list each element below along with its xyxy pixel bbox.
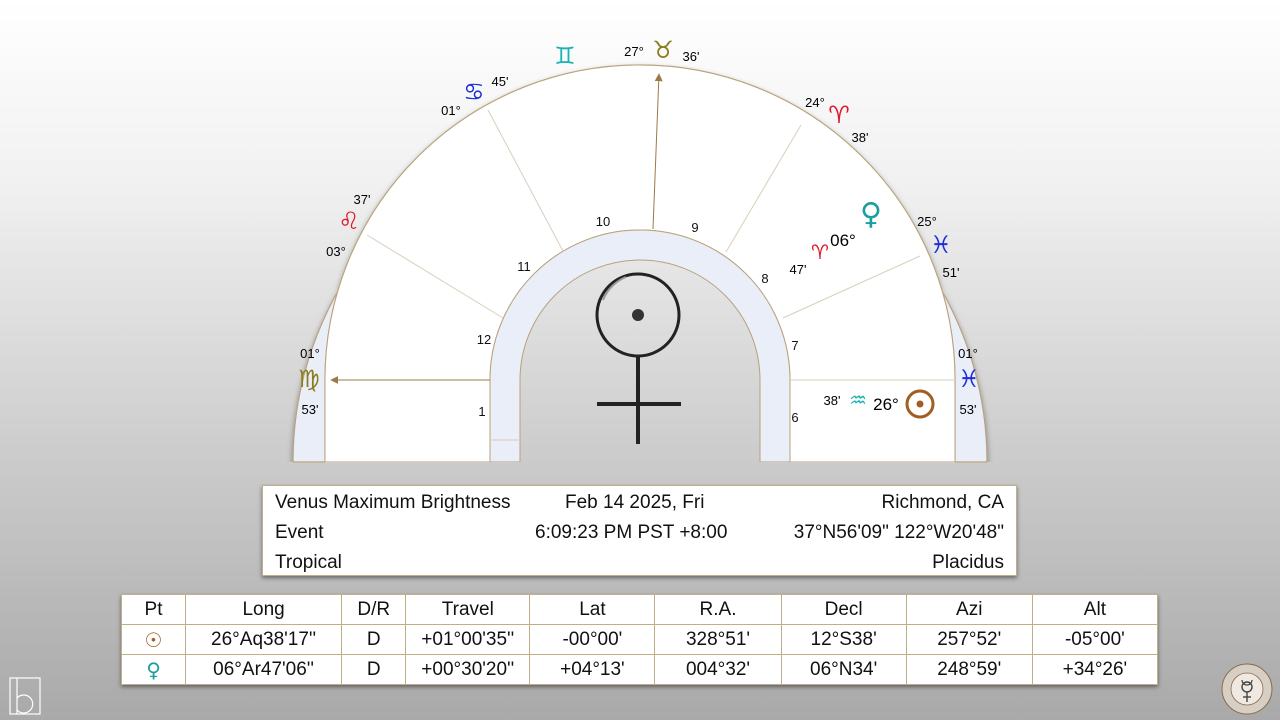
svg-text:♒: ♒ [849,388,867,412]
school-logo-icon [1221,663,1273,715]
svg-text:51': 51' [943,265,960,280]
svg-text:06°: 06° [830,231,856,250]
event-type: Event [275,522,324,543]
intercepted-gemini: ♊ [554,42,576,70]
svg-text:♓: ♓ [930,231,952,259]
event-coordinates: 37°N56'09" 122°W20'48" [793,522,1004,543]
zodiac-type: Tropical [275,552,342,573]
table-row: ♀ 06°Ar47'06'' D +00°30'20'' +04°13' 004… [120,654,1159,685]
svg-text:♌: ♌ [338,207,360,235]
svg-text:♓: ♓ [958,365,980,393]
svg-text:37': 37' [354,192,371,207]
house-number: 1 [478,404,485,419]
house-number: 12 [477,332,491,347]
svg-text:01°: 01° [958,346,978,361]
svg-text:25°: 25° [917,214,937,229]
cell: +01°00'35'' [405,624,531,655]
svg-text:26°: 26° [873,395,899,414]
cusp-1: 01° ♍ 53' [298,346,320,417]
cell: 26°Aq38'17'' [185,624,343,655]
cell: 004°32' [654,654,782,685]
cell: +34°26' [1031,654,1159,685]
svg-text:47': 47' [790,262,807,277]
cell: 06°N34' [780,654,907,685]
event-location: Richmond, CA [881,492,1005,513]
center-venus-icon [595,272,681,444]
event-title: Venus Maximum Brightness [275,492,511,513]
cell: D [341,624,407,655]
cusp-10: 27° ♉ 36' [624,36,699,64]
col-header: Long [185,594,343,625]
svg-text:01°: 01° [300,346,320,361]
col-header: Lat [529,594,656,625]
sun-icon: ☉ [120,624,187,655]
svg-text:01°: 01° [441,103,461,118]
house-number: 6 [791,410,798,425]
col-header: Alt [1031,594,1159,625]
event-time: 6:09:23 PM PST +8:00 [535,522,728,543]
svg-text:36': 36' [683,49,700,64]
cell: 328°51' [654,624,782,655]
table-header-row: Pt Long D/R Travel Lat R.A. Decl Azi Alt [120,594,1159,625]
svg-text:38': 38' [852,130,869,145]
house-system: Placidus [932,552,1004,573]
cell: D [341,654,407,685]
svg-text:♈: ♈ [811,240,829,264]
table-row: ☉ 26°Aq38'17'' D +01°00'35'' -00°00' 328… [120,624,1159,655]
svg-text:♍: ♍ [298,365,320,393]
cell: 257°52' [905,624,1033,655]
col-header: Travel [405,594,531,625]
event-info-box: Venus Maximum Brightness Feb 14 2025, Fr… [262,485,1017,576]
svg-text:♋: ♋ [463,78,485,106]
venus-icon: ♀ [120,654,187,685]
cell: -05°00' [1031,624,1159,655]
svg-text:53': 53' [960,402,977,417]
svg-text:♈: ♈ [828,101,850,129]
col-header: Decl [780,594,907,625]
planet-position-table: Pt Long D/R Travel Lat R.A. Decl Azi Alt… [120,594,1159,685]
svg-text:03°: 03° [326,244,346,259]
svg-text:♊: ♊ [554,42,576,70]
svg-text:♉: ♉ [652,36,674,64]
venus-icon: ♀ [860,197,882,232]
cell: 248°59' [905,654,1033,685]
house-number: 7 [791,338,798,353]
col-header: Pt [120,594,187,625]
house-number: 8 [761,271,768,286]
cell: +04°13' [529,654,656,685]
brand-logo-icon [9,677,41,715]
svg-text:45': 45' [492,74,509,89]
svg-text:38': 38' [824,393,841,408]
cell: -00°00' [529,624,656,655]
house-number: 10 [596,214,610,229]
cell: 06°Ar47'06'' [185,654,343,685]
cell: 12°S38' [780,624,907,655]
svg-text:27°: 27° [624,44,644,59]
house-number: 9 [691,220,698,235]
cell: +00°30'20'' [405,654,531,685]
event-date: Feb 14 2025, Fri [565,492,705,513]
house-number: 11 [517,259,531,274]
col-header: Azi [905,594,1033,625]
svg-text:24°: 24° [805,95,825,110]
col-header: D/R [341,594,407,625]
svg-text:53': 53' [302,402,319,417]
col-header: R.A. [654,594,782,625]
